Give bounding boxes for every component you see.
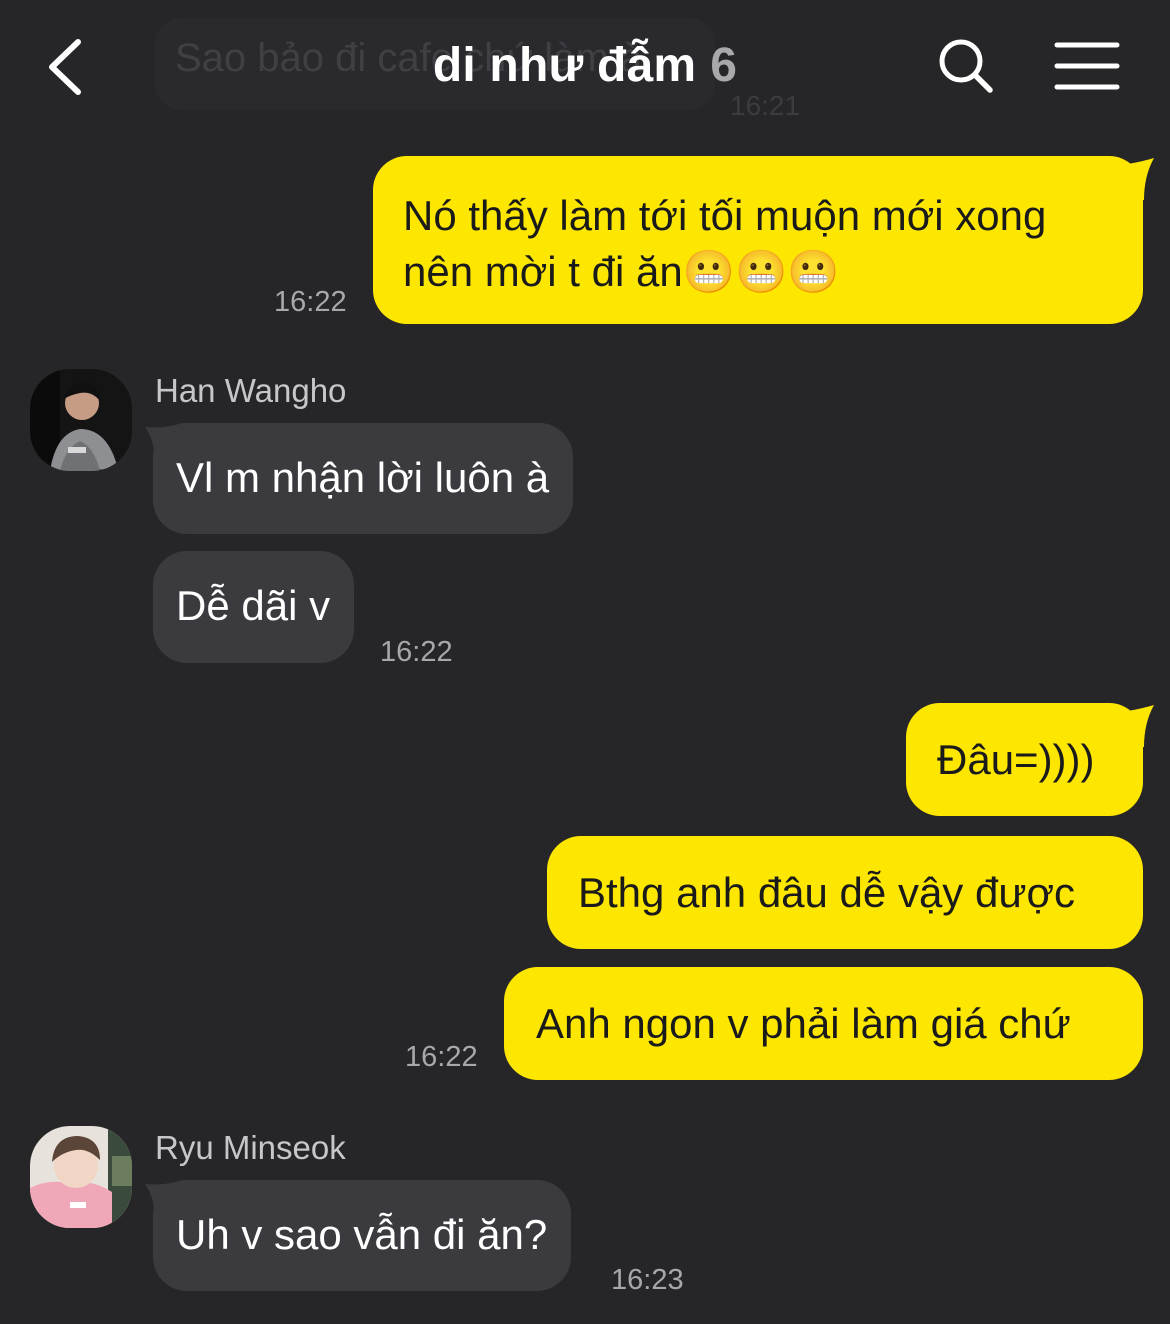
message-time: 16:22	[274, 286, 347, 318]
message-text: Uh v sao vẫn đi ăn?	[176, 1211, 548, 1258]
message-text: Dễ dãi v	[176, 582, 331, 629]
sender-name: Ryu Minseok	[155, 1129, 346, 1166]
search-button[interactable]	[936, 36, 996, 96]
sender-name: Han Wangho	[155, 372, 347, 409]
hamburger-menu-icon	[1054, 42, 1120, 90]
bubble-tail	[145, 1180, 183, 1220]
message-text: Vl m nhận lời luôn à	[176, 454, 550, 501]
my-message-bubble[interactable]: Bthg anh đâu dễ vậy được	[547, 836, 1143, 949]
profile-photo	[30, 369, 132, 471]
message-text-line: Nó thấy làm tới tối muộn mới xong	[403, 192, 1047, 239]
message-time: 16:22	[405, 1041, 478, 1073]
my-message-bubble[interactable]: Đâu=))))	[906, 703, 1143, 816]
member-count: 6	[710, 39, 738, 92]
message-time: 16:23	[611, 1264, 684, 1296]
message-time: 16:22	[380, 636, 453, 668]
menu-button[interactable]	[1054, 40, 1120, 92]
avatar-ryu-minseok[interactable]	[30, 1126, 132, 1228]
chat-name: di như đẫm	[432, 39, 697, 92]
avatar-han-wangho[interactable]	[30, 369, 132, 471]
message-text: Anh ngon v phải làm giá chứ	[536, 1000, 1071, 1047]
bubble-tail	[1110, 705, 1154, 747]
message-text-line: nên mời t đi ăn😬😬😬	[403, 248, 840, 295]
bubble-tail	[145, 423, 183, 463]
message-text: Bthg anh đâu dễ vậy được	[578, 869, 1075, 916]
my-message-bubble[interactable]: Anh ngon v phải làm giá chứ	[504, 967, 1143, 1080]
their-message-bubble[interactable]: Uh v sao vẫn đi ăn?	[153, 1180, 572, 1291]
previous-message-time: 16:21	[730, 90, 801, 121]
their-message-bubble[interactable]: Dễ dãi v	[153, 551, 355, 663]
profile-photo	[30, 1126, 132, 1228]
search-icon	[939, 39, 993, 93]
their-message-bubble[interactable]: Vl m nhận lời luôn à	[153, 423, 574, 534]
message-text: Đâu=))))	[937, 736, 1095, 783]
my-message-bubble[interactable]: Nó thấy làm tới tối muộn mới xong nên mờ…	[373, 156, 1143, 324]
bubble-tail	[1110, 158, 1154, 200]
